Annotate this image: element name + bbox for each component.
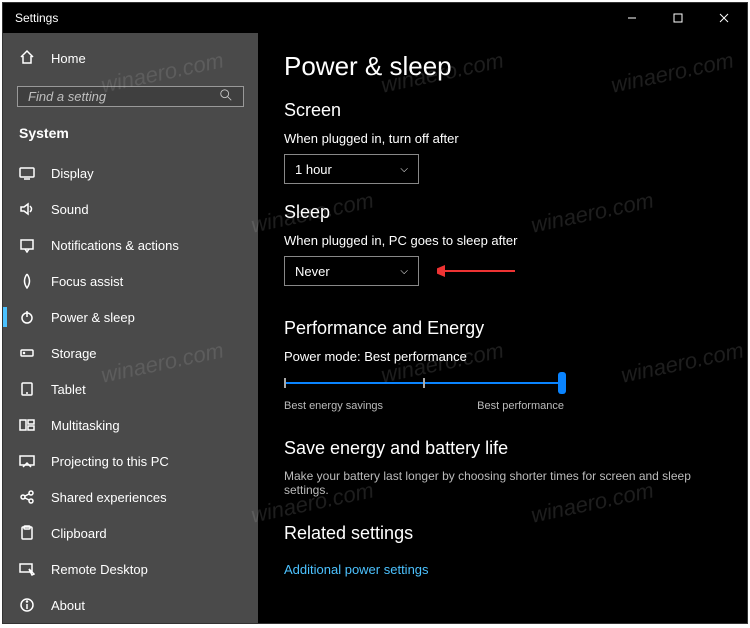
slider-tick [423, 378, 425, 388]
sidebar-item-label: Display [51, 166, 94, 181]
tablet-icon [19, 381, 35, 397]
main-content: Power & sleep Screen When plugged in, tu… [258, 33, 747, 623]
chevron-down-icon: ⌵ [400, 164, 408, 175]
sidebar-item-shared-experiences[interactable]: Shared experiences [3, 479, 258, 515]
sidebar-item-display[interactable]: Display [3, 155, 258, 191]
sidebar-item-remote-desktop[interactable]: Remote Desktop [3, 551, 258, 587]
sidebar-item-about[interactable]: About [3, 587, 258, 623]
save-energy-heading: Save energy and battery life [284, 438, 721, 459]
sleep-timeout-value: Never [295, 264, 330, 279]
shared-icon [19, 489, 35, 505]
sidebar-item-label: Power & sleep [51, 310, 135, 325]
save-energy-desc: Make your battery last longer by choosin… [284, 469, 721, 497]
slider-tick [284, 378, 286, 388]
screen-heading: Screen [284, 100, 721, 121]
annotation-arrow [437, 263, 517, 279]
sidebar-item-sound[interactable]: Sound [3, 191, 258, 227]
slider-thumb[interactable] [558, 372, 566, 394]
additional-power-settings-link[interactable]: Additional power settings [284, 562, 429, 577]
power-mode-slider[interactable] [284, 372, 564, 396]
sidebar: Home System Display Sound Notifications … [3, 33, 258, 623]
perf-heading: Performance and Energy [284, 318, 721, 339]
clipboard-icon [19, 525, 35, 541]
sidebar-item-clipboard[interactable]: Clipboard [3, 515, 258, 551]
sound-icon [19, 201, 35, 217]
sidebar-item-tablet[interactable]: Tablet [3, 371, 258, 407]
sidebar-item-label: Multitasking [51, 418, 120, 433]
storage-icon [19, 345, 35, 361]
sidebar-item-focus-assist[interactable]: Focus assist [3, 263, 258, 299]
power-icon [19, 309, 35, 325]
search-box[interactable] [17, 86, 244, 107]
minimize-button[interactable] [609, 3, 655, 33]
about-icon [19, 597, 35, 613]
screen-timeout-value: 1 hour [295, 162, 332, 177]
page-title: Power & sleep [284, 51, 721, 82]
notifications-icon [19, 237, 35, 253]
search-icon [219, 88, 233, 105]
slider-left-label: Best energy savings [284, 400, 383, 412]
screen-timeout-label: When plugged in, turn off after [284, 131, 721, 146]
sidebar-item-storage[interactable]: Storage [3, 335, 258, 371]
slider-labels: Best energy savings Best performance [284, 400, 564, 412]
maximize-button[interactable] [655, 3, 701, 33]
category-heading: System [3, 117, 258, 155]
sidebar-item-label: Storage [51, 346, 97, 361]
sidebar-item-notifications[interactable]: Notifications & actions [3, 227, 258, 263]
focus-assist-icon [19, 273, 35, 289]
sidebar-item-label: Sound [51, 202, 89, 217]
sidebar-item-label: Shared experiences [51, 490, 167, 505]
sidebar-item-projecting[interactable]: Projecting to this PC [3, 443, 258, 479]
sidebar-item-label: Tablet [51, 382, 86, 397]
window-title: Settings [15, 11, 58, 25]
sleep-timeout-label: When plugged in, PC goes to sleep after [284, 233, 721, 248]
search-input[interactable] [28, 89, 219, 104]
related-heading: Related settings [284, 523, 721, 544]
sidebar-item-multitasking[interactable]: Multitasking [3, 407, 258, 443]
slider-right-label: Best performance [477, 400, 564, 412]
sidebar-item-label: Remote Desktop [51, 562, 148, 577]
sleep-heading: Sleep [284, 202, 721, 223]
home-icon [19, 49, 35, 68]
window-controls [609, 3, 747, 33]
sidebar-item-label: Notifications & actions [51, 238, 179, 253]
close-button[interactable] [701, 3, 747, 33]
power-mode-label: Power mode: Best performance [284, 349, 721, 364]
multitasking-icon [19, 417, 35, 433]
sidebar-item-power-sleep[interactable]: Power & sleep [3, 299, 258, 335]
home-button[interactable]: Home [3, 39, 258, 78]
screen-timeout-dropdown[interactable]: 1 hour ⌵ [284, 154, 419, 184]
sidebar-item-label: Focus assist [51, 274, 123, 289]
sidebar-item-label: Clipboard [51, 526, 107, 541]
settings-window: Settings Home [2, 2, 748, 624]
home-label: Home [51, 51, 86, 66]
display-icon [19, 165, 35, 181]
sidebar-item-label: About [51, 598, 85, 613]
content: Home System Display Sound Notifications … [3, 33, 747, 623]
sleep-timeout-dropdown[interactable]: Never ⌵ [284, 256, 419, 286]
remote-desktop-icon [19, 561, 35, 577]
projecting-icon [19, 453, 35, 469]
chevron-down-icon: ⌵ [400, 266, 408, 277]
sidebar-item-label: Projecting to this PC [51, 454, 169, 469]
titlebar: Settings [3, 3, 747, 33]
